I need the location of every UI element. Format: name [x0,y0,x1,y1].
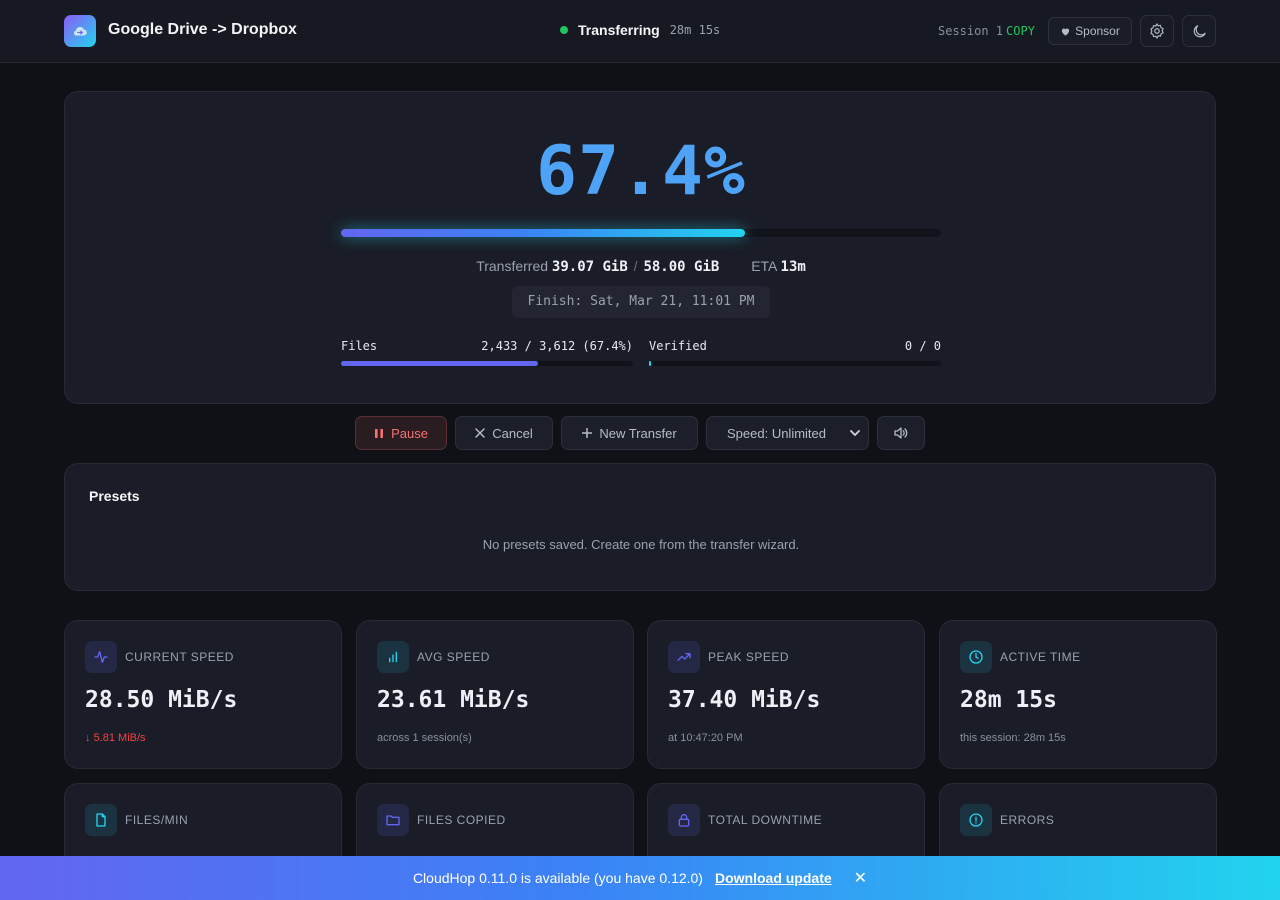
stat-value: 28.50 MiB/s [85,687,238,713]
stat-sub: this session: 28m 15s [960,732,1066,744]
download-update-link[interactable]: Download update [715,870,832,886]
stat-sub: across 1 session(s) [377,732,472,744]
presets-panel: Presets No presets saved. Create one fro… [64,463,1216,591]
stat-value: 23.61 MiB/s [377,687,530,713]
speed-limit-select[interactable]: Speed: Unlimited [706,416,869,450]
app-title: Google Drive -> Dropbox [108,21,297,38]
settings-button[interactable] [1140,15,1174,47]
app-logo [64,15,96,47]
files-progress-fill [341,361,538,366]
close-icon [475,428,486,438]
files-progress-bar [341,361,633,366]
new-transfer-button[interactable]: New Transfer [561,416,698,450]
clock-icon [960,641,992,673]
progress-card: 67.4% Transferred 39.07 GiB / 58.00 GiB … [64,91,1216,404]
update-message: CloudHop 0.11.0 is available (you have 0… [412,870,703,886]
pause-label: Pause [391,425,428,441]
overall-progress-fill [341,229,746,237]
sound-toggle-button[interactable] [877,416,925,450]
stat-card-peak-speed: PEAK SPEED 37.40 MiB/s at 10:47:20 PM [647,620,925,769]
stat-value: 37.40 MiB/s [668,687,821,713]
activity-icon [85,641,117,673]
stat-label: AVG SPEED [417,650,490,664]
verified-value: 0 / 0 [904,339,941,353]
cancel-button[interactable]: Cancel [455,416,553,450]
new-transfer-label: New Transfer [599,425,677,441]
eta-value: 13m [780,259,806,275]
elapsed-time: 28m 15s [669,23,721,37]
files-label: Files [341,339,378,353]
stat-label: FILES/MIN [125,813,189,827]
cloud-icon [73,27,87,36]
sponsor-button[interactable]: Sponsor [1048,17,1132,45]
files-value: 2,433 / 3,612 (67.4%) [481,339,633,353]
pause-icon [375,428,384,438]
eta-label: ETA [751,258,777,274]
arrow-down-icon: ↓ [85,732,91,744]
pause-button[interactable]: Pause [355,416,447,450]
alert-circle-icon [960,804,992,836]
copy-mode-badge: COPY [1006,24,1035,38]
moon-icon [1193,24,1206,37]
stat-label: PEAK SPEED [708,650,790,664]
cancel-label: Cancel [492,425,533,441]
verified-progress-bar [649,361,941,366]
session-label: Session 1 COPY [938,24,1035,38]
files-progress: Files 2,433 / 3,612 (67.4%) [341,339,633,366]
presets-empty-message: No presets saved. Create one from the tr… [482,537,800,552]
presets-title: Presets [89,488,140,504]
stat-label: CURRENT SPEED [125,650,234,664]
stat-label: ERRORS [1000,813,1055,827]
gear-icon [1150,23,1164,39]
stat-sub: at 10:47:20 PM [668,732,743,744]
sponsor-label: Sponsor [1075,24,1120,38]
stat-sub-value: 5.81 MiB/s [93,732,146,744]
status-text: Transferring [578,22,660,38]
stat-label: FILES COPIED [417,813,506,827]
verified-progress: Verified 0 / 0 [649,339,941,366]
verified-progress-fill [649,361,651,366]
close-banner-icon[interactable]: ✕ [854,868,867,888]
status-dot-icon [560,26,568,34]
file-icon [85,804,117,836]
speaker-icon [894,427,908,439]
progress-percent: 67.4% [536,132,746,211]
trending-up-icon [668,641,700,673]
total-value: 58.00 GiB [643,259,720,275]
transferred-separator: / [633,258,638,274]
transferred-value: 39.07 GiB [551,259,628,275]
transferred-label: Transferred [476,258,549,274]
overall-progress-bar [341,229,941,237]
speed-limit-value: Speed: Unlimited [727,425,826,441]
stat-card-active-time: ACTIVE TIME 28m 15s this session: 28m 15… [939,620,1217,769]
session-number: Session 1 [938,24,1004,38]
stat-label: TOTAL DOWNTIME [708,813,823,827]
chevron-down-icon [850,429,860,436]
heart-icon [1061,28,1070,36]
transfer-status: Transferring 28m 15s [560,22,720,38]
stat-label: ACTIVE TIME [1000,650,1081,664]
update-banner: CloudHop 0.11.0 is available (you have 0… [0,856,1280,900]
theme-toggle-button[interactable] [1182,15,1216,47]
finish-time: Finish: Sat, Mar 21, 11:01 PM [512,286,770,318]
transferred-summary: Transferred 39.07 GiB / 58.00 GiB ETA 13… [65,258,1217,275]
verified-label: Verified [649,339,707,353]
top-bar: Google Drive -> Dropbox Transferring 28m… [0,0,1280,63]
stat-sub: ↓ 5.81 MiB/s [85,732,146,744]
stat-card-avg-speed: AVG SPEED 23.61 MiB/s across 1 session(s… [356,620,634,769]
bar-chart-icon [377,641,409,673]
stat-card-current-speed: CURRENT SPEED 28.50 MiB/s ↓ 5.81 MiB/s [64,620,342,769]
stat-value: 28m 15s [960,687,1057,713]
folder-icon [377,804,409,836]
plus-icon [582,428,593,438]
lock-icon [668,804,700,836]
